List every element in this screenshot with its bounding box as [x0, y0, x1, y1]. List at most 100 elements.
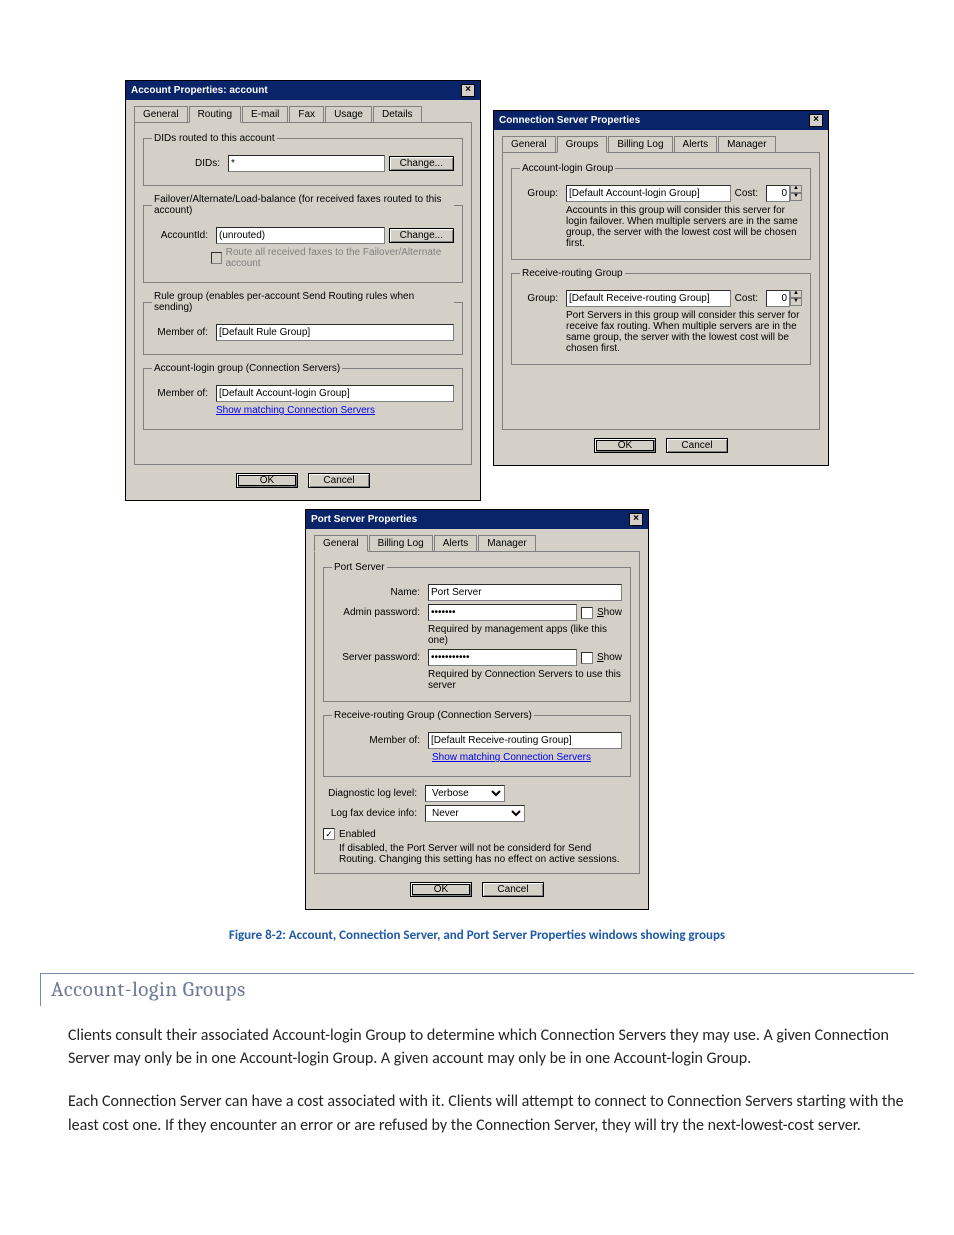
group-account-login-group: Account-login Group Group: Cost: ▲▼ Acco…	[511, 163, 811, 260]
change-button[interactable]: Change...	[389, 156, 454, 171]
tab-groups[interactable]: Groups	[557, 136, 608, 153]
body-paragraph: Each Connection Server can have a cost a…	[68, 1090, 914, 1136]
account-properties-window: Account Properties: account × General Ro…	[125, 80, 481, 501]
dialog-buttons: OK Cancel	[134, 465, 472, 492]
tab-panel: Port Server Name: Admin password: Show	[314, 551, 640, 874]
ok-button[interactable]: OK	[410, 882, 472, 897]
cost-spinner[interactable]: ▲▼	[766, 290, 802, 307]
srvpw-note: Required by Connection Servers to use th…	[428, 669, 622, 691]
titlebar: Connection Server Properties ×	[494, 111, 828, 130]
close-icon[interactable]: ×	[809, 114, 823, 127]
logingroup-input[interactable]	[216, 385, 454, 402]
cost-label: Cost:	[735, 188, 762, 199]
cost-label: Cost:	[735, 293, 762, 304]
routeall-label: Route all received faxes to the Failover…	[226, 247, 454, 269]
ok-button[interactable]: OK	[236, 473, 298, 488]
legend: Receive-routing Group (Connection Server…	[332, 710, 534, 721]
legend: Account-login group (Connection Servers)	[152, 363, 342, 374]
group-failover: Failover/Alternate/Load-balance (for rec…	[143, 194, 463, 283]
legend: Port Server	[332, 562, 387, 573]
titlebar: Account Properties: account ×	[126, 81, 480, 100]
enabled-label: Enabled	[339, 829, 376, 840]
group-port-server: Port Server Name: Admin password: Show	[323, 562, 631, 702]
group-logingroup: Account-login group (Connection Servers)…	[143, 363, 463, 430]
tab-panel: Account-login Group Group: Cost: ▲▼ Acco…	[502, 152, 820, 430]
window-title: Port Server Properties	[311, 514, 417, 525]
tab-manager[interactable]: Manager	[478, 535, 535, 552]
tab-general[interactable]: General	[502, 136, 556, 153]
chevron-down-icon[interactable]: ▼	[790, 193, 802, 201]
adminpw-note: Required by management apps (like this o…	[428, 624, 622, 646]
tab-fax[interactable]: Fax	[289, 106, 324, 123]
tab-billinglog[interactable]: Billing Log	[369, 535, 433, 552]
close-icon[interactable]: ×	[461, 84, 475, 97]
tab-details[interactable]: Details	[373, 106, 422, 123]
cost-spinner[interactable]: ▲▼	[766, 185, 802, 202]
chevron-up-icon[interactable]: ▲	[790, 290, 802, 298]
memberof-label: Member of:	[332, 735, 424, 746]
titlebar: Port Server Properties ×	[306, 510, 648, 529]
cancel-button[interactable]: Cancel	[482, 882, 544, 897]
tab-bar: General Routing E-mail Fax Usage Details	[134, 106, 472, 123]
tab-billinglog[interactable]: Billing Log	[608, 136, 672, 153]
tab-bar: General Billing Log Alerts Manager	[314, 535, 640, 552]
routeall-checkbox: Route all received faxes to the Failover…	[211, 247, 454, 269]
chevron-up-icon[interactable]: ▲	[790, 185, 802, 193]
tab-manager[interactable]: Manager	[718, 136, 775, 153]
ok-button[interactable]: OK	[594, 438, 656, 453]
cost-input[interactable]	[766, 290, 790, 307]
show-srvpw-checkbox[interactable]: Show	[581, 652, 622, 664]
dids-label: DIDs:	[152, 158, 224, 169]
cancel-button[interactable]: Cancel	[666, 438, 728, 453]
show-connection-servers-link[interactable]: Show matching Connection Servers	[432, 752, 591, 763]
checkbox-icon	[211, 252, 222, 264]
group-label: Group:	[520, 188, 562, 199]
close-icon[interactable]: ×	[629, 513, 643, 526]
memberof-label: Member of:	[152, 388, 212, 399]
dialog-buttons: OK Cancel	[314, 874, 640, 901]
accountid-input[interactable]	[216, 227, 385, 244]
window-title: Account Properties: account	[131, 85, 268, 96]
tab-general[interactable]: General	[314, 535, 368, 552]
srvpw-input[interactable]	[428, 649, 577, 666]
srvpw-label: Server password:	[332, 652, 424, 663]
figure-caption: Figure 8-2: Account, Connection Server, …	[40, 928, 914, 943]
show-adminpw-checkbox[interactable]: Show	[581, 607, 622, 619]
tab-general[interactable]: General	[134, 106, 188, 123]
checkbox-icon: ✓	[323, 828, 335, 840]
legend: Receive-routing Group	[520, 268, 625, 279]
group-input[interactable]	[566, 290, 731, 307]
tab-bar: General Groups Billing Log Alerts Manage…	[502, 136, 820, 153]
group-note: Port Servers in this group will consider…	[566, 310, 802, 354]
rulegroup-input[interactable]	[216, 324, 454, 341]
diag-combobox[interactable]: Verbose	[425, 785, 505, 802]
tab-email[interactable]: E-mail	[242, 106, 288, 123]
group-input[interactable]	[566, 185, 731, 202]
change-button[interactable]: Change...	[389, 228, 454, 243]
memberof-label: Member of:	[152, 327, 212, 338]
show-connection-servers-link[interactable]: Show matching Connection Servers	[216, 405, 375, 416]
port-server-properties-window: Port Server Properties × General Billing…	[305, 509, 649, 910]
dids-input[interactable]	[228, 155, 385, 172]
body-paragraph: Clients consult their associated Account…	[68, 1024, 914, 1070]
group-dids: DIDs routed to this account DIDs: Change…	[143, 133, 463, 186]
legend: Failover/Alternate/Load-balance (for rec…	[152, 194, 454, 216]
tab-usage[interactable]: Usage	[325, 106, 372, 123]
tab-alerts[interactable]: Alerts	[674, 136, 718, 153]
show-label: Show	[597, 607, 622, 618]
screenshot-row-bottom: Port Server Properties × General Billing…	[40, 509, 914, 910]
cancel-button[interactable]: Cancel	[308, 473, 370, 488]
tab-panel: DIDs routed to this account DIDs: Change…	[134, 122, 472, 465]
tab-alerts[interactable]: Alerts	[434, 535, 478, 552]
group-label: Group:	[520, 293, 562, 304]
name-input[interactable]	[428, 584, 622, 601]
logfax-combobox[interactable]: Never	[425, 805, 525, 822]
memberof-input[interactable]	[428, 732, 622, 749]
enabled-checkbox[interactable]: ✓ Enabled	[323, 828, 376, 840]
tab-routing[interactable]: Routing	[189, 106, 241, 123]
dialog-buttons: OK Cancel	[502, 430, 820, 457]
chevron-down-icon[interactable]: ▼	[790, 298, 802, 306]
cost-input[interactable]	[766, 185, 790, 202]
diag-label: Diagnostic log level:	[323, 788, 421, 799]
adminpw-input[interactable]	[428, 604, 577, 621]
